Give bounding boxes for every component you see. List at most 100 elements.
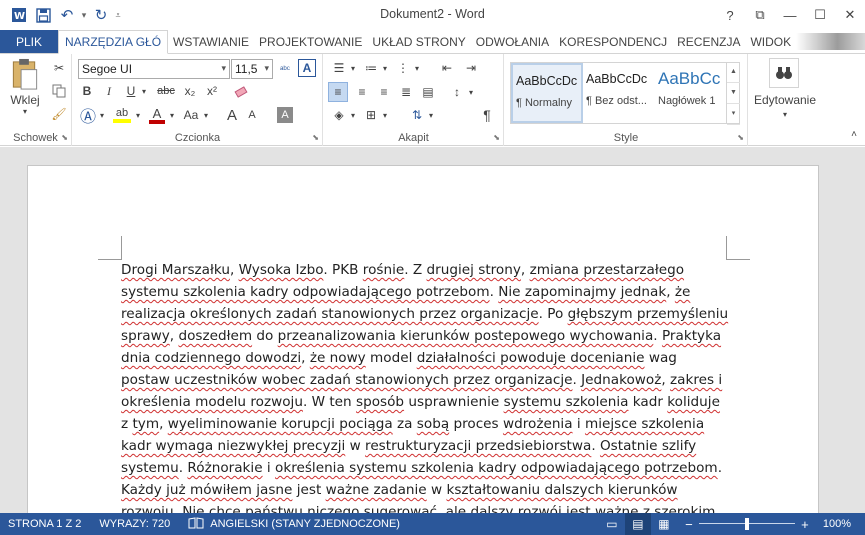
text-run[interactable]: . W ten <box>303 394 356 410</box>
misspelled-text[interactable]: kształtowaniu dalszych kierunków <box>446 482 677 498</box>
tab-insert[interactable]: WSTAWIANIE <box>168 30 254 53</box>
multilevel-list-icon[interactable]: ⋮ <box>394 59 412 77</box>
misspelled-text[interactable]: zmiana przestarzałego <box>530 262 684 278</box>
word-app-icon[interactable]: W <box>8 4 30 26</box>
misspelled-text[interactable]: sprawy <box>121 328 170 344</box>
text-run[interactable]: proces <box>449 416 503 432</box>
document-line[interactable]: dnia codziennego dowodzi, że nowy model … <box>121 347 726 369</box>
tab-mailings[interactable]: KORESPONDENCJ <box>554 30 672 53</box>
line-spacing-icon[interactable]: ↕ <box>448 82 466 102</box>
misspelled-text[interactable]: kadr wymaga niezwykłej precyzji <box>121 438 345 454</box>
text-run[interactable]: i <box>263 460 275 476</box>
change-case-button[interactable]: Aa <box>181 105 201 125</box>
text-run[interactable]: . Po <box>539 306 568 322</box>
text-run[interactable]: . <box>490 284 499 300</box>
multilevel-dropdown-icon[interactable]: ▾ <box>412 59 422 77</box>
document-line[interactable]: postaw uczestników wobec zadań stanowion… <box>121 369 726 391</box>
misspelled-text[interactable]: miejsce szkolenia <box>585 416 704 432</box>
shading-dropdown-icon[interactable]: ▾ <box>348 105 358 125</box>
text-run[interactable]: w <box>427 482 447 498</box>
editing-label[interactable]: Edytowanie <box>749 92 821 108</box>
style-heading-1[interactable]: AaBbCc Nagłówek 1 <box>655 63 727 123</box>
document-line[interactable]: realizacja określonych zadań stanowionyc… <box>121 303 728 325</box>
strikethrough-button[interactable]: abc <box>155 82 177 100</box>
misspelled-text[interactable]: rośnie <box>363 262 404 278</box>
tab-layout[interactable]: UKŁAD STRONY <box>367 30 470 53</box>
bold-button[interactable]: B <box>79 82 95 100</box>
sort-dropdown-icon[interactable]: ▾ <box>426 105 436 125</box>
justify-icon[interactable]: ≣ <box>396 82 416 102</box>
subscript-button[interactable]: x₂ <box>181 82 199 100</box>
text-run[interactable]: w <box>345 438 365 454</box>
style-no-spacing[interactable]: AaBbCcDc ¶ Bez odst... <box>583 63 655 123</box>
underline-dropdown-icon[interactable]: ▾ <box>139 82 149 100</box>
text-run[interactable]: . <box>572 372 581 388</box>
proofing-status[interactable]: ANGIELSKI (STANY ZJEDNOCZONE) <box>178 516 408 532</box>
gallery-down-icon[interactable]: ▼ <box>727 83 740 104</box>
numbering-icon[interactable]: ≔ <box>362 59 380 77</box>
font-name-combo[interactable]: Segoe UI ▾ <box>78 59 230 79</box>
misspelled-text[interactable]: Praktyka <box>662 328 721 344</box>
text-run[interactable]: model <box>366 350 417 366</box>
page-count-status[interactable]: STRONA 1 Z 2 <box>0 518 89 530</box>
tab-references[interactable]: ODWOŁANIA <box>471 30 554 53</box>
distributed-icon[interactable]: ▤ <box>418 82 438 102</box>
misspelled-text[interactable]: Nie zapominajmy jednak <box>498 284 666 300</box>
language-status[interactable]: ANGIELSKI (STANY ZJEDNOCZONE) <box>210 518 400 530</box>
misspelled-text[interactable]: wyeliminowanie korupcji pociąga <box>168 416 393 432</box>
document-line[interactable]: systemu szkolenia kadry odpowiadającego … <box>121 281 726 303</box>
document-line[interactable]: z tym, wyeliminowanie korupcji pociąga z… <box>121 413 726 435</box>
tab-review[interactable]: RECENZJA <box>672 30 745 53</box>
undo-icon[interactable]: ↶ <box>56 4 78 26</box>
customize-qat-icon[interactable]: ⩡ <box>114 10 122 21</box>
cut-icon[interactable]: ✂ <box>50 59 68 77</box>
clipboard-launcher-icon[interactable]: ⬊ <box>61 133 68 142</box>
text-run[interactable]: , <box>521 262 530 278</box>
change-case-dropdown-icon[interactable]: ▾ <box>201 105 211 125</box>
zoom-out-icon[interactable]: − <box>683 517 695 532</box>
character-shading-button[interactable]: A <box>277 107 293 123</box>
text-run[interactable]: z <box>121 416 132 432</box>
zoom-level[interactable]: 100% <box>811 518 865 530</box>
zoom-in-icon[interactable]: + <box>799 517 811 532</box>
misspelled-text[interactable]: określenia modelu rozwoju <box>121 394 303 410</box>
style-normal[interactable]: AaBbCcDc ¶ Normalny <box>511 63 583 123</box>
underline-button[interactable]: U <box>123 82 139 100</box>
copy-icon[interactable] <box>50 82 68 100</box>
text-run[interactable]: , <box>301 350 310 366</box>
align-left-icon[interactable]: ≡ <box>328 82 348 102</box>
document-line[interactable]: określenia modelu rozwoju. W ten sposób … <box>121 391 726 413</box>
maximize-button[interactable]: ☐ <box>805 7 835 23</box>
zoom-slider[interactable] <box>698 513 795 535</box>
align-right-icon[interactable]: ≡ <box>374 82 394 102</box>
word-count-status[interactable]: WYRAZY: 720 <box>89 518 178 530</box>
misspelled-text[interactable]: systemu szkolenia <box>504 394 629 410</box>
document-body-text[interactable]: Drogi Marszałku, Wysoka Izbo. PKB rośnie… <box>121 259 728 523</box>
text-run[interactable]: . <box>653 328 662 344</box>
print-layout-icon[interactable]: ▤ <box>624 513 651 535</box>
bullets-dropdown-icon[interactable]: ▾ <box>348 59 358 77</box>
highlight-icon[interactable]: ab <box>111 105 133 125</box>
redo-icon[interactable]: ↻ <box>90 4 112 26</box>
text-run[interactable]: , <box>159 416 168 432</box>
text-run[interactable]: i <box>573 416 585 432</box>
text-run[interactable]: . Z <box>404 262 426 278</box>
decrease-indent-icon[interactable]: ⇤ <box>438 59 456 77</box>
user-account-area[interactable] <box>796 33 865 50</box>
text-effects-icon[interactable]: Ⓐ <box>79 105 97 126</box>
font-launcher-icon[interactable]: ⬊ <box>312 133 319 142</box>
italic-button[interactable]: I <box>101 82 117 100</box>
misspelled-text[interactable]: sobą <box>417 416 449 432</box>
document-page[interactable]: Drogi Marszałku, Wysoka Izbo. PKB rośnie… <box>27 165 819 525</box>
text-run[interactable]: , <box>666 284 675 300</box>
misspelled-text[interactable]: działalności powoduje docenianie <box>417 350 645 366</box>
undo-dropdown-icon[interactable]: ▾ <box>80 10 88 21</box>
gallery-up-icon[interactable]: ▲ <box>727 62 740 83</box>
zoom-thumb[interactable] <box>744 518 749 530</box>
document-line[interactable]: kadr wymaga niezwykłej precyzji w restru… <box>121 435 726 457</box>
show-formatting-icon[interactable]: ¶ <box>478 105 496 125</box>
misspelled-text[interactable]: koliduje <box>667 394 720 410</box>
web-layout-icon[interactable]: ▦ <box>651 513 677 535</box>
misspelled-text[interactable]: wdrożenia <box>503 416 573 432</box>
misspelled-text[interactable]: systemu <box>121 460 179 476</box>
